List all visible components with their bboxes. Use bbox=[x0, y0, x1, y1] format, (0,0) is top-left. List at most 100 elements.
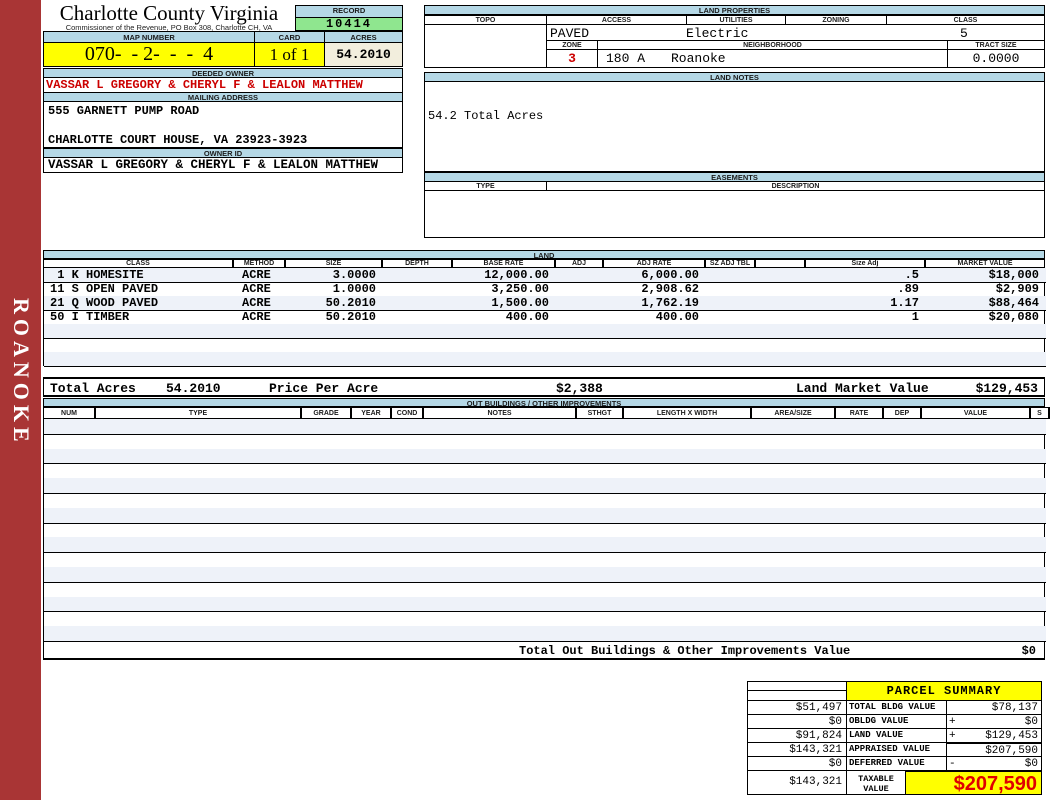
mailing-address-line2: CHARLOTTE COURT HOUSE, VA 23923-3923 bbox=[48, 133, 307, 147]
col-size-adj: Size Adj bbox=[805, 259, 925, 268]
page-title: Charlotte County Virginia bbox=[43, 2, 295, 24]
ps-sign: + bbox=[949, 716, 956, 728]
ob-col-s: S bbox=[1030, 407, 1049, 419]
ob-row-empty bbox=[44, 419, 1046, 435]
out-buildings-body bbox=[43, 419, 1045, 641]
ps-amount: $0 bbox=[1025, 716, 1038, 728]
record-value: 10414 bbox=[295, 17, 403, 31]
card-value: 1 of 1 bbox=[254, 42, 325, 67]
land-row: 1 K HOMESITE ACRE 3.0000 12,000.00 6,000… bbox=[44, 268, 1046, 283]
ob-row-empty bbox=[44, 611, 1046, 627]
land-size-adj: 1.17 bbox=[806, 296, 919, 310]
land-adj-rate: 6,000.00 bbox=[604, 268, 699, 282]
class-value: 5 bbox=[960, 26, 968, 41]
land-properties-title: LAND PROPERTIES bbox=[424, 5, 1045, 15]
land-market-value: $18,000 bbox=[926, 268, 1039, 282]
price-per-acre-label: Price Per Acre bbox=[269, 381, 378, 396]
ob-row-empty bbox=[44, 552, 1046, 568]
col-sz-adj-tbl: SZ ADJ TBL bbox=[705, 259, 755, 268]
land-size-adj: .89 bbox=[806, 282, 919, 296]
land-table-header-row: CLASS METHOD SIZE DEPTH BASE RATE ADJ AD… bbox=[43, 259, 1045, 268]
ps-left-taxable: $143,321 bbox=[747, 770, 847, 795]
land-row-empty bbox=[44, 352, 1046, 367]
land-size-adj: .5 bbox=[806, 268, 919, 282]
land-adj-rate: 1,762.19 bbox=[604, 296, 699, 310]
property-record-card: ROANOKE Charlotte County Virginia Commis… bbox=[0, 0, 1050, 800]
ps-label-obldg: OBLDG VALUE bbox=[846, 714, 947, 729]
out-buildings-header-row: NUM TYPE GRADE YEAR COND NOTES STHGT LEN… bbox=[43, 407, 1045, 419]
ps-label-land: LAND VALUE bbox=[846, 728, 947, 743]
col-base-rate: BASE RATE bbox=[452, 259, 555, 268]
ob-col-rate: RATE bbox=[835, 407, 883, 419]
col-blank bbox=[755, 259, 805, 268]
deeded-owner-value: VASSAR L GREGORY & CHERYL F & LEALON MAT… bbox=[43, 77, 403, 93]
ob-row-empty bbox=[44, 626, 1046, 642]
land-row: 21 Q WOOD PAVED ACRE 50.2010 1,500.00 1,… bbox=[44, 296, 1046, 311]
land-table-title: LAND bbox=[43, 250, 1045, 259]
land-properties-values-row: PAVED Electric 5 bbox=[546, 24, 1045, 41]
title-block: Charlotte County Virginia Commissioner o… bbox=[43, 2, 295, 31]
land-class: 11 S OPEN PAVED bbox=[50, 282, 158, 296]
tract-size-value: 0.0000 bbox=[947, 49, 1045, 68]
ob-row-empty bbox=[44, 434, 1046, 450]
ps-value-land: + $129,453 bbox=[946, 728, 1042, 743]
ob-col-length-width: LENGTH X WIDTH bbox=[623, 407, 751, 419]
ps-label-total-bldg: TOTAL BLDG VALUE bbox=[846, 700, 947, 715]
ob-col-value: VALUE bbox=[921, 407, 1030, 419]
col-market-value: MARKET VALUE bbox=[925, 259, 1045, 268]
land-market-value: $20,080 bbox=[926, 310, 1039, 324]
land-row: 50 I TIMBER ACRE 50.2010 400.00 400.00 1… bbox=[44, 310, 1046, 325]
land-size: 1.0000 bbox=[286, 282, 376, 296]
land-totals-row: Total Acres 54.2010 Price Per Acre $2,38… bbox=[43, 377, 1045, 397]
land-method: ACRE bbox=[242, 282, 271, 296]
ob-col-dep: DEP bbox=[883, 407, 921, 419]
land-row-empty bbox=[44, 338, 1046, 353]
ps-value-total-bldg: $78,137 bbox=[946, 700, 1042, 715]
owner-id-value: VASSAR L GREGORY & CHERYL F & LEALON MAT… bbox=[43, 157, 403, 173]
col-size: SIZE bbox=[285, 259, 382, 268]
land-class: 50 I TIMBER bbox=[50, 310, 129, 324]
ps-sign: - bbox=[949, 758, 956, 770]
ob-col-grade: GRADE bbox=[301, 407, 351, 419]
land-base-rate: 1,500.00 bbox=[453, 296, 549, 310]
col-method: METHOD bbox=[233, 259, 285, 268]
access-value: PAVED bbox=[550, 26, 589, 41]
ob-row-empty bbox=[44, 597, 1046, 613]
land-notes-text: 54.2 Total Acres bbox=[428, 109, 543, 123]
land-class: 21 Q WOOD PAVED bbox=[50, 296, 158, 310]
land-market-value-total: $129,453 bbox=[976, 381, 1038, 396]
land-base-rate: 3,250.00 bbox=[453, 282, 549, 296]
land-notes-box: 54.2 Total Acres bbox=[424, 81, 1045, 172]
ps-label-taxable: TAXABLE VALUE bbox=[846, 770, 906, 795]
banner-text: ROANOKE bbox=[8, 298, 34, 498]
utilities-value: Electric bbox=[686, 26, 748, 41]
zone-value: 3 bbox=[546, 49, 598, 68]
ob-row-empty bbox=[44, 463, 1046, 479]
ob-col-cond: COND bbox=[391, 407, 423, 419]
ob-row-empty bbox=[44, 449, 1046, 465]
out-buildings-total-row: Total Out Buildings & Other Improvements… bbox=[43, 641, 1045, 660]
land-method: ACRE bbox=[242, 268, 271, 282]
land-size-adj: 1 bbox=[806, 310, 919, 324]
ob-total-value: $0 bbox=[1022, 644, 1036, 658]
land-market-value: $88,464 bbox=[926, 296, 1039, 310]
ob-row-empty bbox=[44, 508, 1046, 524]
neighborhood-value: 180 A Roanoke bbox=[597, 49, 948, 68]
ps-value-taxable: $207,590 bbox=[905, 770, 1042, 795]
out-buildings-title: OUT BUILDINGS / OTHER IMPROVEMENTS bbox=[43, 398, 1045, 407]
taxable-value-amount: $207,590 bbox=[954, 773, 1037, 795]
col-adj-rate: ADJ RATE bbox=[603, 259, 705, 268]
ob-col-year: YEAR bbox=[351, 407, 391, 419]
ob-row-empty bbox=[44, 523, 1046, 539]
neighborhood-code: 180 A bbox=[606, 51, 645, 66]
map-number-value: 070- - 2- - - 4 bbox=[43, 42, 255, 67]
col-class: CLASS bbox=[43, 259, 233, 268]
land-base-rate: 12,000.00 bbox=[453, 268, 549, 282]
acres-value: 54.2010 bbox=[324, 42, 403, 67]
ob-row-empty bbox=[44, 537, 1046, 553]
ps-left-obldg: $0 bbox=[747, 714, 847, 729]
parcel-summary-title: PARCEL SUMMARY bbox=[846, 681, 1042, 701]
land-base-rate: 400.00 bbox=[453, 310, 549, 324]
land-row-empty bbox=[44, 324, 1046, 339]
land-adj-rate: 2,908.62 bbox=[604, 282, 699, 296]
